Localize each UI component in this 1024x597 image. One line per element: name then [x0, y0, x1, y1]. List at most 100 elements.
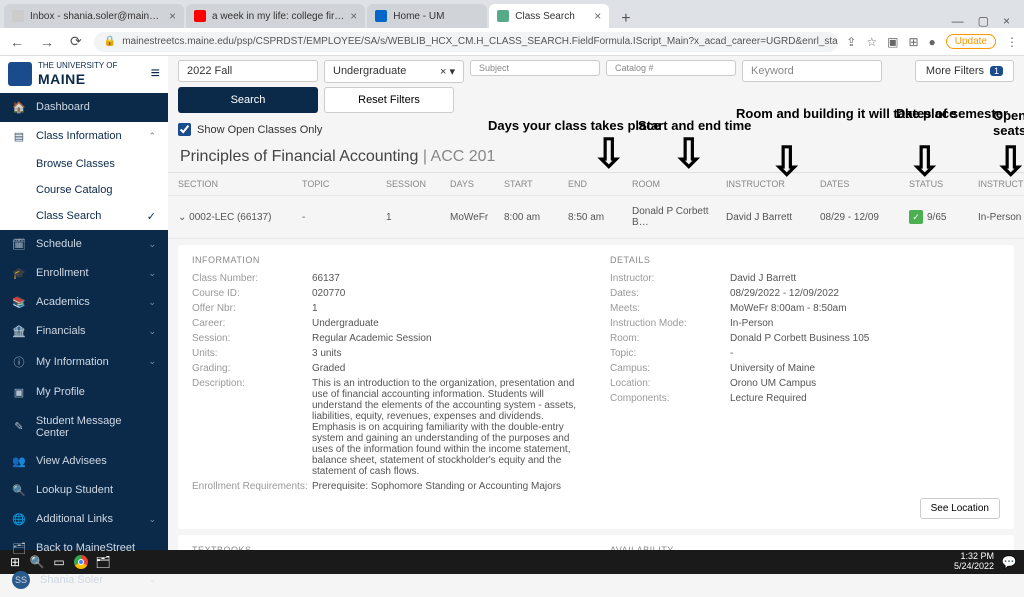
value: 3 units: [312, 348, 582, 359]
sidebar-item-course-catalog[interactable]: Course Catalog: [0, 177, 168, 203]
label: Enrollment Requirements:: [192, 481, 312, 492]
sidebar-item-my-information[interactable]: ⓘMy Information⌄: [0, 346, 168, 378]
sidebar-label: Additional Links: [36, 513, 113, 525]
sidebar-item-view-advisees[interactable]: 👥View Advisees: [0, 447, 168, 476]
cast-icon[interactable]: ▣: [887, 35, 898, 49]
chevron-down-icon: ⌄: [148, 514, 156, 525]
col-dates: DATES: [820, 179, 905, 189]
new-tab-button[interactable]: +: [611, 10, 640, 28]
value: Undergraduate: [312, 318, 582, 329]
sidebar-item-browse-classes[interactable]: Browse Classes: [0, 151, 168, 177]
clipboard-icon: ▤: [12, 130, 26, 143]
update-button[interactable]: Update: [946, 34, 996, 49]
extension-icon[interactable]: ⊞: [908, 35, 918, 49]
subject-input[interactable]: Subject: [470, 60, 600, 76]
minimize-icon[interactable]: —: [952, 14, 964, 28]
sidebar-item-additional-links[interactable]: 🌐Additional Links⌄: [0, 505, 168, 534]
brand-small-text: THE UNIVERSITY OF: [38, 62, 117, 71]
reset-button[interactable]: Reset Filters: [324, 87, 454, 113]
value: Orono UM Campus: [730, 378, 1000, 389]
folder-icon: 🗂: [12, 542, 26, 555]
url-text: mainestreetcs.maine.edu/psp/CSPRDST/EMPL…: [122, 36, 838, 47]
close-icon[interactable]: ×: [350, 9, 357, 23]
maximize-icon[interactable]: ▢: [978, 14, 989, 28]
close-icon[interactable]: ×: [169, 9, 176, 23]
sidebar-label: Lookup Student: [36, 484, 113, 496]
value: Donald P Corbett Business 105: [730, 333, 1000, 344]
close-icon[interactable]: ×: [1003, 14, 1010, 28]
start-icon[interactable]: ⊞: [4, 553, 26, 571]
sidebar-item-my-profile[interactable]: ▣ My Profile: [0, 378, 168, 407]
value: University of Maine: [730, 363, 1000, 374]
profile-icon: ▣: [12, 386, 26, 399]
career-select[interactable]: Undergraduate × ▾: [324, 60, 464, 83]
chrome-taskbar-icon[interactable]: [70, 553, 92, 571]
col-session: SESSION: [386, 179, 446, 189]
file-explorer-icon[interactable]: 🗂: [92, 553, 114, 571]
sidebar-label: Class Information: [36, 130, 122, 142]
sidebar-item-class-info[interactable]: ▤Class Information⌃: [0, 122, 168, 151]
reload-icon[interactable]: ⟳: [66, 31, 86, 52]
expand-section[interactable]: ⌄ 0002-LEC (66137): [178, 212, 298, 223]
col-start: START: [504, 179, 564, 189]
keyword-input[interactable]: Keyword: [742, 60, 882, 82]
sidebar-item-dashboard[interactable]: 🏠Dashboard: [0, 93, 168, 122]
cap-icon: 🎓: [12, 267, 26, 280]
chevron-down-icon: ⌄: [178, 212, 186, 223]
url-input[interactable]: 🔒mainestreetcs.maine.edu/psp/CSPRDST/EMP…: [94, 32, 839, 52]
label: Description:: [192, 378, 312, 477]
more-filters-button[interactable]: More Filters1: [915, 60, 1014, 82]
info-heading: INFORMATION: [192, 255, 582, 265]
course-name: Principles of Financial Accounting: [180, 148, 418, 165]
sidebar-item-lookup-student[interactable]: 🔍Lookup Student: [0, 476, 168, 505]
forward-icon[interactable]: →: [36, 32, 58, 52]
browser-tab[interactable]: Inbox - shania.soler@maine.edu ×: [4, 4, 184, 28]
sidebar-label: Enrollment: [36, 267, 89, 279]
browser-tab[interactable]: a week in my life: college fir… ×: [186, 4, 365, 28]
browser-tab[interactable]: Home - UM: [367, 4, 487, 28]
user-name: Shania Soler: [40, 574, 103, 586]
tab-title: a week in my life: college fir…: [212, 11, 344, 22]
star-icon[interactable]: ☆: [866, 35, 877, 49]
class-row[interactable]: ⌄ 0002-LEC (66137) - 1 MoWeFr 8:00 am 8:…: [168, 195, 1024, 239]
label: Components:: [610, 393, 730, 404]
menu-icon[interactable]: ⋮: [1006, 35, 1018, 49]
status-value: ✓9/65: [909, 210, 974, 224]
taskbar-clock[interactable]: 1:32 PM 5/24/2022: [954, 552, 998, 572]
label: Campus:: [610, 363, 730, 374]
extension-icon[interactable]: ●: [929, 35, 936, 49]
sidebar-item-class-search[interactable]: Class Search✓: [0, 203, 168, 230]
search-button[interactable]: Search: [178, 87, 318, 113]
sidebar-label: My Profile: [36, 386, 85, 398]
start-value: 8:00 am: [504, 212, 564, 223]
sidebar-label: My Information: [36, 356, 109, 368]
sidebar-item-financials[interactable]: 🏦Financials⌄: [0, 317, 168, 346]
share-icon[interactable]: ⇪: [846, 35, 856, 49]
description-text: This is an introduction to the organizat…: [312, 378, 582, 477]
see-location-button[interactable]: See Location: [920, 498, 1000, 519]
sidebar-item-enrollment[interactable]: 🎓Enrollment⌄: [0, 259, 168, 288]
col-topic: TOPIC: [302, 179, 382, 189]
col-instructor: INSTRUCTOR: [726, 179, 816, 189]
sidebar-item-schedule[interactable]: 🗓Schedule⌄: [0, 230, 168, 259]
search-icon[interactable]: 🔍: [26, 553, 48, 571]
col-days: DAYS: [450, 179, 500, 189]
task-view-icon[interactable]: ▭: [48, 553, 70, 571]
tab-title: Inbox - shania.soler@maine.edu: [30, 11, 163, 22]
open-classes-checkbox[interactable]: [178, 123, 191, 136]
browser-tab-active[interactable]: Class Search×: [489, 4, 609, 28]
sidebar-item-academics[interactable]: 📚Academics⌄: [0, 288, 168, 317]
filter-count-badge: 1: [990, 66, 1003, 76]
close-icon[interactable]: ×: [594, 9, 601, 23]
sidebar-item-message-center[interactable]: ✎Student Message Center: [0, 407, 168, 447]
browser-tab-strip: Inbox - shania.soler@maine.edu × a week i…: [0, 0, 1024, 28]
room-value: Donald P Corbett B…: [632, 206, 722, 228]
value: MoWeFr 8:00am - 8:50am: [730, 303, 1000, 314]
notifications-icon[interactable]: 💬: [998, 553, 1020, 571]
value: Lecture Required: [730, 393, 1000, 404]
menu-icon[interactable]: ≡: [151, 65, 160, 83]
back-icon[interactable]: ←: [6, 32, 28, 52]
label: Grading:: [192, 363, 312, 374]
term-select[interactable]: 2022 Fall: [178, 60, 318, 82]
catalog-input[interactable]: Catalog #: [606, 60, 736, 76]
